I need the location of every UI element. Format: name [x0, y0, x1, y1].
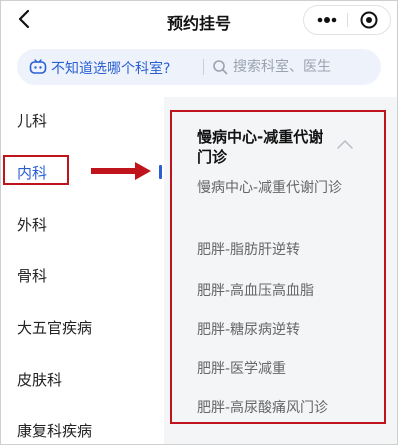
highlight-box-subdepartments — [170, 110, 386, 424]
app-frame: 预约挂号 不知道选哪个科室? 搜索科室、医生 儿科 内科 外科 骨科 大五官疾病… — [0, 0, 398, 445]
highlight-box-selected-department — [3, 155, 69, 185]
search-divider — [203, 59, 204, 75]
mini-program-capsule — [303, 5, 391, 35]
close-icon — [360, 11, 378, 29]
more-icon — [317, 17, 337, 23]
search-input[interactable] — [233, 55, 373, 79]
department-item-surgery[interactable]: 外科 — [17, 214, 47, 235]
annotation-arrow — [91, 162, 151, 180]
department-item-dermatology[interactable]: 皮肤科 — [17, 369, 62, 390]
department-item-ent[interactable]: 大五官疾病 — [17, 317, 92, 338]
close-button[interactable] — [354, 6, 384, 34]
more-button[interactable] — [312, 6, 342, 34]
department-guide-link[interactable]: 不知道选哪个科室? — [51, 58, 170, 78]
search-icon — [213, 60, 228, 75]
department-item-orthopedics[interactable]: 骨科 — [17, 265, 47, 286]
capsule-divider — [347, 13, 348, 27]
search-bar: 不知道选哪个科室? — [17, 49, 381, 85]
robot-icon — [29, 59, 47, 74]
selection-indicator — [159, 165, 162, 179]
department-item-rehabilitation[interactable]: 康复科疾病 — [17, 420, 92, 441]
navigation-bar: 预约挂号 — [1, 1, 397, 41]
department-item-pediatrics[interactable]: 儿科 — [17, 110, 47, 131]
